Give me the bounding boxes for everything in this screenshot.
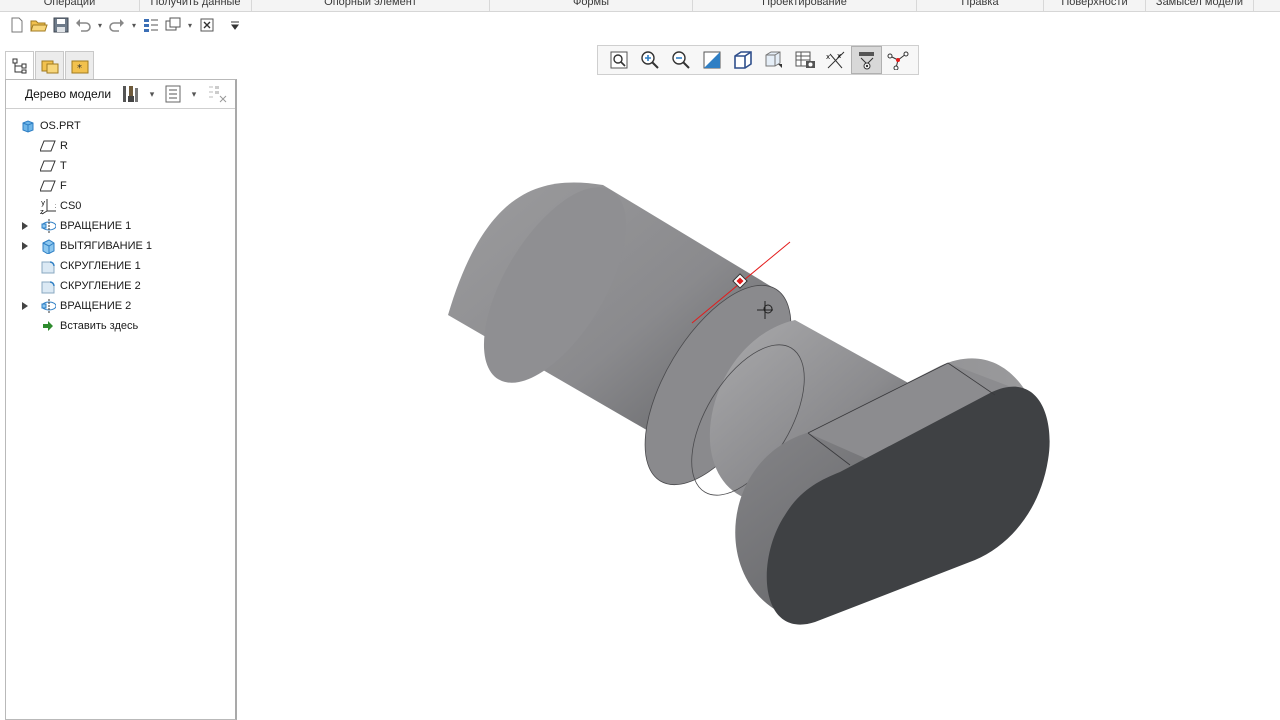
ribbon-group-label[interactable]: Замысел модели [1146, 0, 1254, 11]
navigator-tabs: * [5, 51, 95, 79]
round-icon [40, 278, 56, 294]
datum-plane-icon [40, 138, 56, 154]
tree-filters-icon[interactable] [207, 84, 229, 104]
tree-item[interactable]: ВЫТЯГИВАНИЕ 1 [16, 236, 231, 256]
tree-item[interactable]: F [16, 176, 231, 196]
redo-icon[interactable] [108, 16, 126, 34]
tree-item[interactable]: OS.PRT [16, 116, 231, 136]
svg-text:*: * [77, 63, 82, 74]
insert-here-icon [40, 318, 56, 334]
folder-browser-tab[interactable] [35, 51, 64, 79]
favorites-tab[interactable]: * [65, 51, 94, 79]
coordinate-system-icon: y x z [40, 198, 56, 215]
revolve-icon [40, 218, 56, 234]
tree-item[interactable]: ВРАЩЕНИЕ 2 [16, 296, 231, 316]
model-tree-tab[interactable] [5, 51, 34, 79]
tree-item[interactable]: СКРУГЛЕНИЕ 2 [16, 276, 231, 296]
svg-text:z: z [40, 208, 44, 215]
model-tree-title: Дерево модели [25, 87, 112, 101]
ribbon-group-label[interactable]: Поверхности [1044, 0, 1146, 11]
tree-item-label: R [60, 140, 68, 152]
tree-item-label: СКРУГЛЕНИЕ 1 [60, 260, 141, 272]
undo-icon[interactable] [74, 16, 92, 34]
round-icon [40, 258, 56, 274]
ribbon-group-label[interactable]: Правка [917, 0, 1044, 11]
new-icon[interactable] [8, 16, 26, 34]
tree-item-label: CS0 [60, 200, 82, 212]
undo-dropdown-icon[interactable]: ▾ [96, 16, 104, 34]
datum-plane-icon [40, 158, 56, 174]
ribbon-group-bar: Операции Получить данные Опорный элемент Фо… [0, 0, 1280, 12]
ribbon-group-label[interactable]: Формы [490, 0, 693, 11]
ribbon-group-label[interactable]: Получить данные [140, 0, 252, 11]
expand-arrow-icon[interactable] [20, 221, 30, 231]
open-icon[interactable] [30, 16, 48, 34]
tree-item[interactable]: Вставить здесь [16, 316, 231, 336]
model-tree-panel: Дерево модели ▾ ▾ OS.PRT RTFy x z CS0 ВРАЩЕНИ… [5, 79, 237, 720]
part-icon [20, 118, 36, 134]
close-window-icon[interactable] [198, 16, 216, 34]
show-columns-icon[interactable] [163, 84, 183, 104]
expand-arrow-icon[interactable] [20, 241, 30, 251]
tree-item[interactable]: СКРУГЛЕНИЕ 1 [16, 256, 231, 276]
ribbon-group-label[interactable]: Проектирование [693, 0, 917, 11]
save-icon[interactable] [52, 16, 70, 34]
windows-icon[interactable] [164, 16, 182, 34]
tree-item-label: T [60, 160, 67, 172]
tree-settings-dropdown-icon[interactable]: ▾ [145, 89, 159, 100]
graphics-viewport[interactable] [240, 40, 1280, 720]
part-model[interactable] [448, 165, 1050, 625]
tree-item-label: ВРАЩЕНИЕ 2 [60, 300, 132, 312]
svg-text:x: x [55, 202, 56, 210]
tree-item-label: F [60, 180, 67, 192]
regenerate-icon[interactable] [142, 16, 160, 34]
tree-item-label: ВРАЩЕНИЕ 1 [60, 220, 132, 232]
ribbon-group-label[interactable]: Операции [0, 0, 140, 11]
extrude-icon [40, 238, 56, 254]
svg-text:y: y [41, 199, 45, 207]
model-tree-header: Дерево модели ▾ ▾ [6, 80, 235, 109]
tree-item[interactable]: y x z CS0 [16, 196, 231, 216]
ribbon-group-label[interactable]: Опорный элемент [252, 0, 490, 11]
model-tree: OS.PRT RTFy x z CS0 ВРАЩЕНИЕ 1 ВЫТЯГИВАНИЕ 1 СК… [16, 116, 231, 336]
tree-item[interactable]: R [16, 136, 231, 156]
tree-item-label: Вставить здесь [60, 320, 139, 332]
tree-item[interactable]: ВРАЩЕНИЕ 1 [16, 216, 231, 236]
tree-item-label: СКРУГЛЕНИЕ 2 [60, 280, 141, 292]
tree-item[interactable]: T [16, 156, 231, 176]
show-columns-dropdown-icon[interactable]: ▾ [187, 89, 201, 100]
datum-plane-icon [40, 178, 56, 194]
expand-arrow-icon[interactable] [20, 301, 30, 311]
tree-item-label: OS.PRT [40, 120, 81, 132]
redo-dropdown-icon[interactable]: ▾ [130, 16, 138, 34]
customize-icon[interactable] [226, 16, 244, 34]
tree-settings-icon[interactable] [121, 84, 141, 104]
windows-dropdown-icon[interactable]: ▾ [186, 16, 194, 34]
tree-item-label: ВЫТЯГИВАНИЕ 1 [60, 240, 153, 252]
quick-access-toolbar: ▾ ▾ ▾ [8, 15, 244, 35]
revolve-icon [40, 298, 56, 314]
